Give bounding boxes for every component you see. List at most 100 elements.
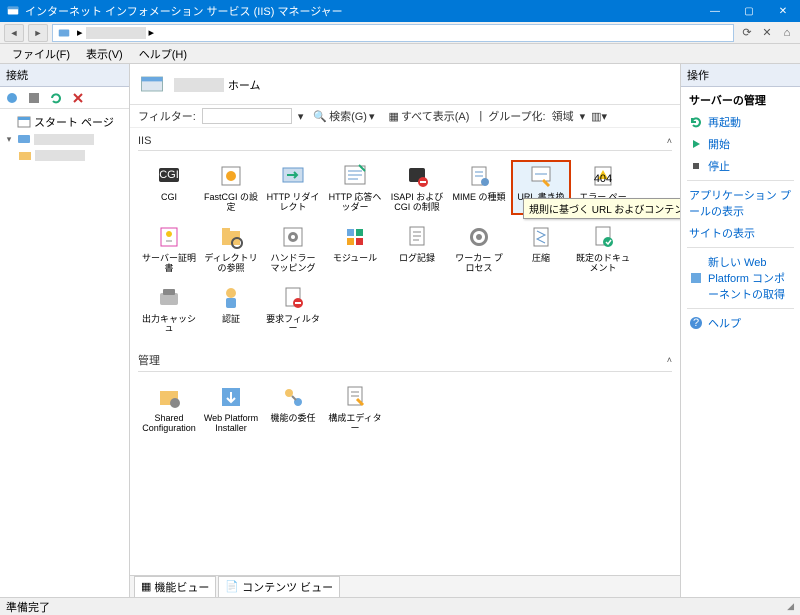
- action-stop[interactable]: 停止: [681, 155, 800, 177]
- menu-file[interactable]: ファイル(F): [4, 46, 78, 62]
- feature-web-platform-installer[interactable]: Web Platform Installer: [201, 381, 261, 436]
- server-home-icon: [138, 70, 166, 98]
- authentication-icon: [217, 284, 245, 312]
- refresh-icon[interactable]: ⟳: [738, 24, 756, 42]
- connect-icon[interactable]: [4, 90, 20, 106]
- request-filtering-icon: [279, 284, 307, 312]
- collapse-icon[interactable]: ˄: [667, 355, 672, 365]
- feature-label: モジュール: [333, 254, 377, 264]
- breadcrumb-sep: ▸: [74, 26, 86, 39]
- feature-modules[interactable]: モジュール: [325, 221, 385, 276]
- show-all-button[interactable]: ▦すべて表示(A): [385, 108, 474, 124]
- fastcgi-settings-icon: [217, 162, 245, 190]
- feature-configuration-editor[interactable]: 構成エディター: [325, 381, 385, 436]
- collapse-icon[interactable]: ˄: [667, 136, 672, 146]
- stop-icon: [689, 159, 703, 173]
- expand-icon[interactable]: ▾: [4, 134, 14, 145]
- shared-configuration-icon: [155, 383, 183, 411]
- window-titlebar: インターネット インフォメーション サービス (IIS) マネージャー — ▢ …: [0, 0, 800, 22]
- filter-bar: フィルター: ▾ 🔍検索(G) ▾ ▦すべて表示(A) | グループ化: 領域 …: [130, 105, 680, 128]
- back-button[interactable]: ◄: [4, 24, 24, 42]
- default-document-icon: [589, 223, 617, 251]
- feature-fastcgi-settings[interactable]: FastCGI の設定: [201, 160, 261, 215]
- tree-child-label: [35, 150, 85, 161]
- action-view-app-pools[interactable]: アプリケーション プールの表示: [681, 184, 800, 222]
- server-icon: [57, 26, 71, 40]
- action-view-sites[interactable]: サイトの表示: [681, 222, 800, 244]
- resize-grip[interactable]: ◢: [787, 601, 794, 612]
- delete-icon[interactable]: [70, 90, 86, 106]
- server-node-icon: [17, 132, 31, 146]
- feature-http-response-headers[interactable]: HTTP 応答ヘッダー: [325, 160, 385, 215]
- feature-label: 出力キャッシュ: [141, 315, 197, 335]
- start-icon: [689, 137, 703, 151]
- feature-label: 認証: [222, 315, 240, 325]
- breadcrumb-sep: ▸: [146, 26, 158, 39]
- wpi-icon: [689, 271, 703, 285]
- feature-http-redirect[interactable]: HTTP リダイレクト: [263, 160, 323, 215]
- action-help[interactable]: ? ヘルプ: [681, 312, 800, 334]
- status-bar: 準備完了 ◢: [0, 597, 800, 615]
- feature-output-caching[interactable]: 出力キャッシュ: [139, 282, 199, 337]
- section-iis-header[interactable]: IIS ˄: [138, 132, 672, 151]
- tree-start-page[interactable]: スタート ページ: [2, 113, 127, 131]
- filter-input[interactable]: [202, 108, 292, 124]
- feature-label: Shared Configuration: [141, 414, 197, 434]
- tab-content-view[interactable]: 📄 コンテンツ ビュー: [218, 576, 340, 598]
- web-platform-installer-icon: [217, 383, 245, 411]
- feature-url-rewrite[interactable]: URL 書き換え規則に基づく URL およびコンテンツの書き換え機能を提供します…: [511, 160, 571, 215]
- connections-toolbar: [0, 87, 129, 109]
- breadcrumb-server[interactable]: [86, 27, 146, 39]
- feature-directory-browsing[interactable]: ディレクトリの参照: [201, 221, 261, 276]
- action-restart[interactable]: 再起動: [681, 111, 800, 133]
- section-mgmt-header[interactable]: 管理 ˄: [138, 349, 672, 372]
- filter-label: フィルター:: [138, 108, 196, 124]
- http-redirect-icon: [279, 162, 307, 190]
- grid-icon: ▦: [389, 110, 399, 123]
- view-mode-icon[interactable]: ▥▾: [591, 110, 607, 123]
- forward-button[interactable]: ►: [28, 24, 48, 42]
- feature-worker-processes[interactable]: ワーカー プロセス: [449, 221, 509, 276]
- feature-cgi[interactable]: CGICGI: [139, 160, 199, 215]
- feature-server-certificates[interactable]: サーバー証明書: [139, 221, 199, 276]
- logging-icon: [403, 223, 431, 251]
- feature-isapi-cgi-restrictions[interactable]: ISAPI および CGI の制限: [387, 160, 447, 215]
- action-get-wpc[interactable]: 新しい Web Platform コンポーネントの取得: [681, 251, 800, 305]
- breadcrumb[interactable]: ▸ ▸: [52, 24, 734, 42]
- mime-types-icon: [465, 162, 493, 190]
- feature-handler-mappings[interactable]: ハンドラー マッピング: [263, 221, 323, 276]
- restart-icon: [689, 115, 703, 129]
- feature-default-document[interactable]: 既定のドキュメント: [573, 221, 633, 276]
- close-button[interactable]: ✕: [766, 0, 800, 22]
- home-icon[interactable]: ⌂: [778, 24, 796, 42]
- feature-label: HTTP 応答ヘッダー: [327, 193, 383, 213]
- tree-server-node[interactable]: ▾: [2, 131, 127, 147]
- isapi-cgi-restrictions-icon: [403, 162, 431, 190]
- maximize-button[interactable]: ▢: [732, 0, 766, 22]
- save-icon[interactable]: [26, 90, 42, 106]
- search-button[interactable]: 🔍検索(G) ▾: [309, 108, 378, 124]
- feature-request-filtering[interactable]: 要求フィルター: [263, 282, 323, 337]
- feature-logging[interactable]: ログ記録: [387, 221, 447, 276]
- tree-child-node[interactable]: [16, 147, 127, 163]
- action-start[interactable]: 開始: [681, 133, 800, 155]
- center-header: ホーム: [130, 64, 680, 105]
- help-icon: ?: [689, 316, 703, 330]
- connections-tree: スタート ページ ▾: [0, 109, 129, 167]
- stop-icon[interactable]: ✕: [758, 24, 776, 42]
- feature-compression[interactable]: 圧縮: [511, 221, 571, 276]
- menu-view[interactable]: 表示(V): [78, 46, 131, 62]
- feature-label: CGI: [161, 193, 177, 203]
- tab-features-view[interactable]: ▦ 機能ビュー: [134, 576, 216, 598]
- feature-authentication[interactable]: 認証: [201, 282, 261, 337]
- minimize-button[interactable]: —: [698, 0, 732, 22]
- actions-pane: 操作 サーバーの管理 再起動 開始 停止 アプリケーション プールの表示 サイト…: [680, 64, 800, 597]
- feature-mime-types[interactable]: MIME の種類: [449, 160, 509, 215]
- feature-label: Web Platform Installer: [203, 414, 259, 434]
- refresh-tree-icon[interactable]: [48, 90, 64, 106]
- address-bar: ◄ ► ▸ ▸ ⟳ ✕ ⌂: [0, 22, 800, 44]
- menu-help[interactable]: ヘルプ(H): [131, 46, 195, 62]
- group-by-value[interactable]: 領域: [552, 108, 574, 124]
- feature-shared-configuration[interactable]: Shared Configuration: [139, 381, 199, 436]
- feature-feature-delegation[interactable]: 機能の委任: [263, 381, 323, 436]
